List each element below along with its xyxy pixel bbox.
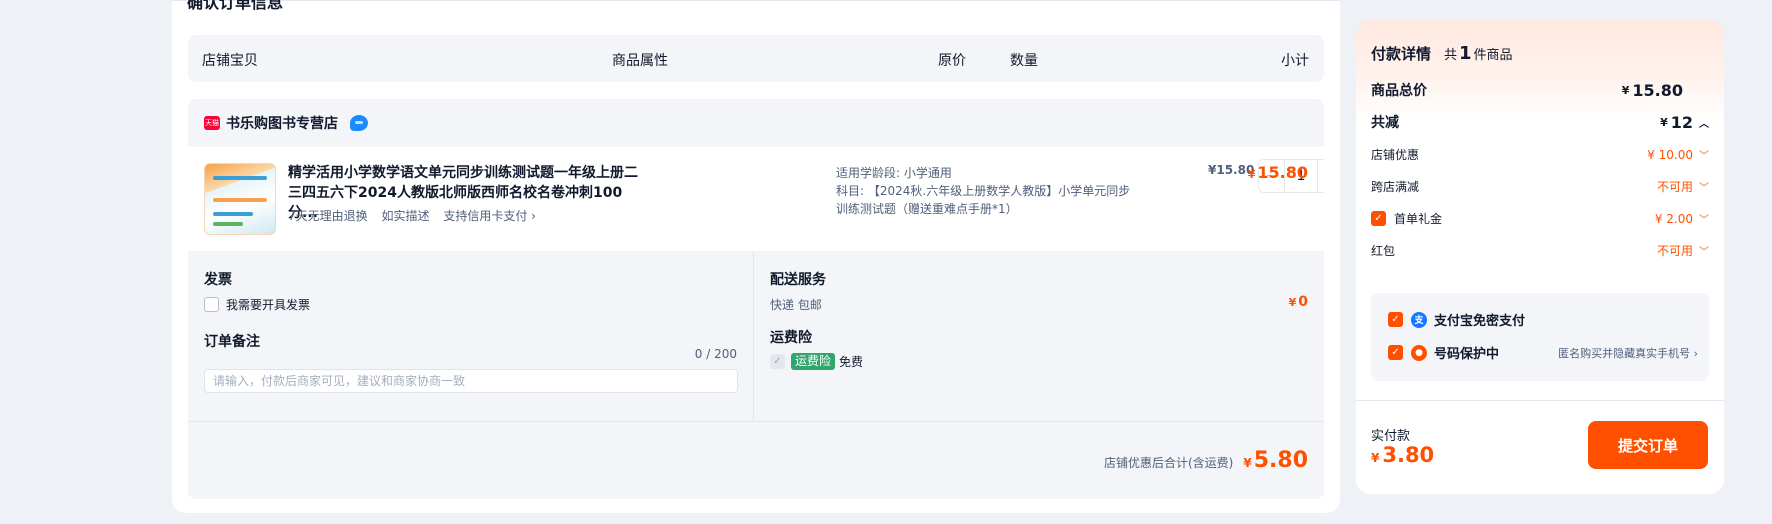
qty-plus-button[interactable]: +	[1317, 160, 1324, 192]
order-title: 确认订单信息	[187, 0, 284, 12]
tag-return: 7天无理由退换	[288, 209, 368, 223]
service-box: ✓ 支 支付宝免密支付 ✓ ● 号码保护中 匿名购买并隐藏真实手机号 ›	[1371, 293, 1709, 381]
insurance-title: 运费险	[770, 330, 812, 346]
item-row: 精学活用小学数学语文单元同步训练测试题一年级上册二三四五六下2024人教版北师版…	[188, 147, 1324, 251]
invoice-checkbox-label: 我需要开具发票	[226, 298, 311, 312]
attr-subject: 科目: 【2024秋.六年级上册数学人教版】小学单元同步训练测试题（赠送重难点手…	[836, 184, 1131, 216]
column-subtotal: 小计	[1281, 53, 1309, 69]
tag-description: 如实描述	[381, 209, 430, 223]
goods-total-value: ¥15.80	[1621, 80, 1683, 100]
shop-name[interactable]: 书乐购图书专营店	[226, 113, 338, 133]
service-alipay[interactable]: ✓ 支 支付宝免密支付	[1388, 310, 1698, 329]
check-icon[interactable]: ✓	[1388, 345, 1403, 360]
column-item: 店铺宝贝	[202, 53, 258, 69]
invoice-title: 发票	[204, 272, 232, 288]
item-tags: 7天无理由退换 如实描述 支持信用卡支付 ›	[288, 207, 546, 224]
column-header: 店铺宝贝 商品属性 原价 数量 小计	[188, 35, 1324, 82]
submit-order-button[interactable]: 提交订单	[1588, 421, 1708, 469]
tag-credit-card[interactable]: 支持信用卡支付 ›	[443, 209, 536, 223]
chevron-down-icon[interactable]: ﹀	[1699, 243, 1709, 258]
discount-line-label: 红包	[1371, 244, 1396, 258]
remark-input[interactable]	[204, 369, 738, 393]
check-icon[interactable]: ✓	[1371, 211, 1386, 226]
chevron-down-icon[interactable]: ﹀	[1699, 211, 1709, 226]
attr-age: 适用学龄段: 小学通用	[836, 166, 952, 180]
delivery-method: 快递 包邮	[770, 298, 822, 312]
chevron-up-icon[interactable]: ︿	[1699, 115, 1709, 130]
check-icon[interactable]: ✓	[1388, 312, 1403, 327]
chevron-down-icon[interactable]: ﹀	[1699, 147, 1709, 162]
column-attrs: 商品属性	[612, 53, 668, 69]
discount-line-label-wrap: ✓ 首单礼金	[1371, 210, 1442, 227]
actual-pay-amount: ¥3.80	[1371, 443, 1435, 467]
payment-header-bg	[1356, 20, 1724, 120]
discount-line-value: 不可用 ﹀	[1656, 179, 1709, 194]
tmall-badge-icon: 天猫	[204, 116, 220, 130]
discount-line-shop[interactable]: 店铺优惠 ¥ 10.00 ﹀	[1371, 146, 1709, 163]
delivery-fee: ¥0	[1288, 294, 1308, 310]
shop-total-label: 店铺优惠后合计(含运费)	[1103, 456, 1234, 470]
check-icon: ✓	[770, 354, 785, 369]
item-subtotal: ¥15.80	[1247, 163, 1308, 182]
service-label: 支付宝免密支付	[1434, 314, 1526, 329]
discount-line-firstorder[interactable]: ✓ 首单礼金 ¥ 2.00 ﹀	[1371, 210, 1709, 227]
column-qty: 数量	[1010, 53, 1038, 69]
service-number-protect[interactable]: ✓ ● 号码保护中 匿名购买并隐藏真实手机号 ›	[1388, 343, 1698, 362]
goods-total-label: 商品总价	[1371, 83, 1427, 99]
discount-line-redpacket[interactable]: 红包 不可用 ﹀	[1371, 242, 1709, 259]
order-panel: 确认订单信息 店铺宝贝 商品属性 原价 数量 小计 天猫 书乐购图书专营店 精学…	[172, 0, 1340, 513]
payment-panel: 付款详情 共 1 件商品 商品总价 ¥15.80 共减 ¥12 ︿ 店铺优惠 ¥ 10…	[1356, 20, 1724, 494]
discount-line-label: 首单礼金	[1394, 212, 1443, 226]
shield-icon: ●	[1411, 344, 1427, 361]
alipay-icon: 支	[1411, 311, 1427, 328]
insurance-row: ✓ 运费险 免费	[770, 353, 863, 370]
discount-value: ¥12 ︿	[1660, 112, 1709, 132]
goods-total-row: 商品总价 ¥15.80	[1371, 80, 1709, 100]
shop-total-amount: ¥5.80	[1243, 448, 1308, 473]
actual-pay-label: 实付款	[1371, 429, 1411, 444]
shop-header: 天猫 书乐购图书专营店	[188, 99, 1324, 147]
divider	[1356, 400, 1724, 401]
payment-title: 付款详情	[1371, 45, 1432, 63]
shop-card: 天猫 书乐购图书专营店 精学活用小学数学语文单元同步训练测试题一年级上册二三四五…	[188, 99, 1324, 499]
discount-line-value: ¥ 10.00 ﹀	[1647, 147, 1709, 163]
delivery-title: 配送服务	[770, 272, 826, 288]
insurance-status: 免费	[839, 355, 864, 369]
checkbox-box[interactable]	[204, 297, 219, 312]
item-attributes: 适用学龄段: 小学通用 科目: 【2024秋.六年级上册数学人教版】小学单元同步…	[836, 164, 1136, 218]
service-hint[interactable]: 匿名购买并隐藏真实手机号 ›	[1558, 345, 1698, 361]
discount-line-label: 跨店满减	[1371, 180, 1420, 194]
item-thumbnail[interactable]	[204, 163, 276, 235]
discount-line-value: ¥ 2.00 ﹀	[1654, 211, 1709, 227]
remark-counter: 0 / 200	[694, 347, 737, 361]
invoice-remark-section: 发票 我需要开具发票 订单备注 0 / 200	[188, 251, 754, 421]
chat-icon[interactable]	[350, 115, 368, 131]
divider	[188, 421, 1324, 422]
shop-total: 店铺优惠后合计(含运费) ¥5.80	[1104, 448, 1308, 473]
delivery-section: 配送服务 快递 包邮 ¥0 运费险 ✓ 运费险 免费	[754, 251, 1324, 421]
discount-label: 共减	[1371, 115, 1399, 131]
discount-line-crossstore[interactable]: 跨店满减 不可用 ﹀	[1371, 178, 1709, 195]
invoice-checkbox[interactable]: 我需要开具发票	[204, 296, 310, 313]
remark-title: 订单备注	[204, 334, 260, 350]
chevron-down-icon[interactable]: ﹀	[1699, 179, 1709, 194]
discount-line-label: 店铺优惠	[1371, 148, 1420, 162]
discount-row[interactable]: 共减 ¥12 ︿	[1371, 112, 1709, 132]
payment-item-count: 共 1 件商品	[1444, 43, 1513, 64]
discount-line-value: 不可用 ﹀	[1656, 243, 1709, 258]
column-price: 原价	[938, 53, 966, 69]
insurance-badge: 运费险	[791, 353, 836, 370]
service-label: 号码保护中	[1434, 347, 1500, 362]
